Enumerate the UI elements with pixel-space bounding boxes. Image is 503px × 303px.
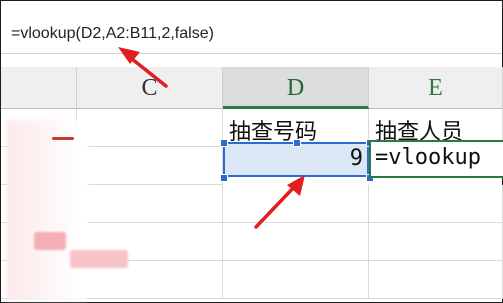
annotation-arrows	[118, 47, 305, 229]
red-arrow-annotation	[118, 47, 168, 88]
red-arrow-annotation	[254, 175, 305, 229]
